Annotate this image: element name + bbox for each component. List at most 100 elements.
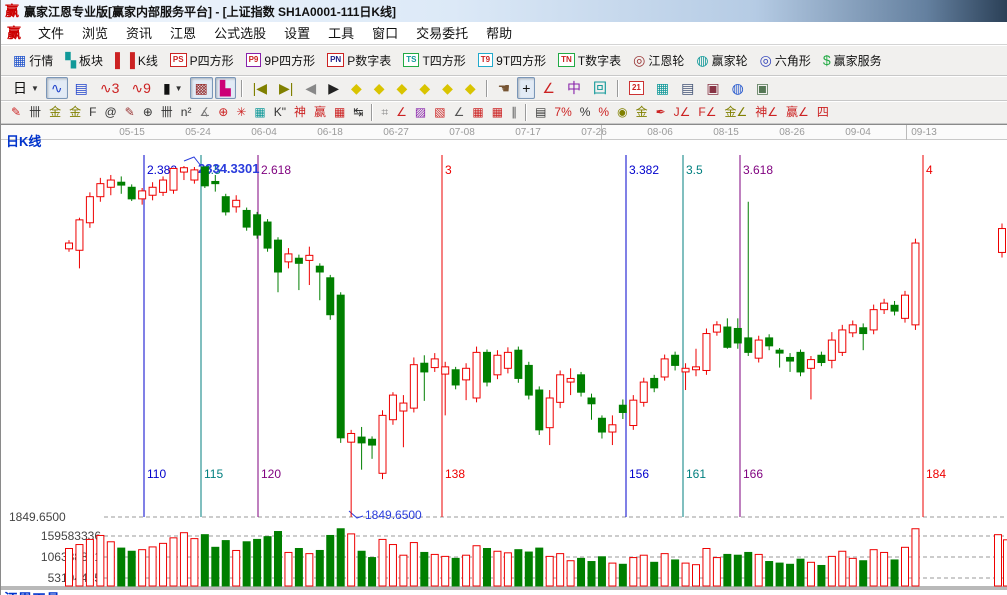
- fan-lines-button[interactable]: ∠: [393, 103, 410, 122]
- 9p-square-button[interactable]: P99P四方形: [241, 49, 320, 71]
- red-grid-1-button[interactable]: ▦: [469, 103, 486, 122]
- f-angle-button[interactable]: F∠: [695, 103, 719, 122]
- expand-button[interactable]: ◆: [460, 77, 481, 99]
- candle-style-dropdown[interactable]: ▮▼: [158, 77, 188, 99]
- gann-shape-purple-button[interactable]: 中: [562, 77, 586, 99]
- frame-box-button[interactable]: ⌗: [378, 103, 391, 122]
- date-tick-label: 07-08: [449, 127, 475, 138]
- gold-ruler-1-button[interactable]: 金: [46, 103, 64, 122]
- radial-web-button[interactable]: ✳: [233, 103, 249, 122]
- zigzag-tool-button[interactable]: ∿: [46, 77, 68, 99]
- menu-browse[interactable]: 浏览: [73, 24, 117, 43]
- web-box-button[interactable]: ▦: [251, 103, 268, 122]
- save-button[interactable]: ▣: [701, 77, 724, 99]
- menu-settings[interactable]: 设置: [275, 24, 319, 43]
- shen-angle-button[interactable]: 神∠: [752, 103, 781, 122]
- kline-icon: ▌▐: [115, 53, 135, 67]
- menu-window[interactable]: 窗口: [363, 24, 407, 43]
- box-fan-red-button[interactable]: ▧: [431, 103, 448, 122]
- toolbar-label: K线: [138, 52, 158, 69]
- menu-gann[interactable]: 江恩: [161, 24, 205, 43]
- red-grid-2-button[interactable]: ▦: [489, 103, 506, 122]
- parallel-lines-button[interactable]: ∥: [508, 103, 520, 122]
- f10-info-button[interactable]: ▤: [70, 77, 93, 99]
- t-number-table-button[interactable]: TNT数字表: [553, 49, 626, 71]
- circle-cross-button[interactable]: ⊕: [215, 103, 231, 122]
- web-sync-button[interactable]: ◍: [727, 77, 749, 99]
- zoom-in-button[interactable]: ◆: [414, 77, 435, 99]
- sectors-button[interactable]: ▚板块: [60, 49, 108, 71]
- j-angle-button[interactable]: J∠: [671, 103, 694, 122]
- spiral-button[interactable]: @: [101, 103, 119, 122]
- time-ruler-button[interactable]: 卌: [26, 103, 44, 122]
- gold-angle-button[interactable]: 金∠: [722, 103, 751, 122]
- volume-profile-button[interactable]: ▙: [215, 77, 236, 99]
- angle-measure-button[interactable]: ∠: [537, 77, 560, 99]
- gann-shape-teal-button[interactable]: 回: [588, 77, 612, 99]
- notes-button[interactable]: ▤: [676, 77, 699, 99]
- shift-left-button[interactable]: ◆: [346, 77, 367, 99]
- span-arrows-button[interactable]: ↹: [350, 103, 366, 122]
- next-page-button[interactable]: ▶: [323, 77, 344, 99]
- wave-9-button[interactable]: ∿9: [126, 77, 156, 99]
- menu-formula-stockpick[interactable]: 公式选股: [205, 24, 275, 43]
- draw-pencil-button[interactable]: ✎: [8, 103, 24, 122]
- flag-pen-button[interactable]: ✒: [653, 103, 669, 122]
- percent-button[interactable]: %: [577, 103, 594, 122]
- percent-7-button[interactable]: 7%: [551, 103, 574, 122]
- shift-right-button[interactable]: ◆: [369, 77, 390, 99]
- kline-button[interactable]: ▌▐K线: [110, 49, 163, 71]
- menu-news[interactable]: 资讯: [117, 24, 161, 43]
- calculator-button[interactable]: ▦: [651, 77, 674, 99]
- zoom-out-button[interactable]: ◆: [392, 77, 413, 99]
- angle-a-button[interactable]: ∡: [196, 103, 213, 122]
- k-marks-button[interactable]: K": [271, 103, 289, 122]
- expand-icon: ◆: [465, 81, 476, 95]
- prev-page-button[interactable]: ◀: [300, 77, 321, 99]
- square4-button[interactable]: 四: [814, 103, 832, 122]
- hexagon-button[interactable]: ◎六角形: [755, 49, 816, 71]
- shen-grid-button[interactable]: 神: [291, 103, 309, 122]
- f-ruler-button[interactable]: F: [86, 103, 99, 122]
- last-page-button[interactable]: ▶|: [274, 77, 298, 99]
- bar-stats-button[interactable]: ▤: [532, 103, 549, 122]
- ying-angle-button[interactable]: 赢∠: [783, 103, 812, 122]
- crosshair-tool-button[interactable]: +: [517, 77, 535, 99]
- t-square-button[interactable]: TST四方形: [398, 49, 471, 71]
- percent-lines-button[interactable]: %: [595, 103, 612, 122]
- kline-chart-area[interactable]: 1849.6500159583336106388891531944452.382…: [1, 140, 1007, 595]
- period-daily-dropdown[interactable]: 日▼: [8, 77, 44, 99]
- toolbar-label: P四方形: [190, 52, 234, 69]
- p-number-table-button[interactable]: PNP数字表: [322, 49, 396, 71]
- menu-file[interactable]: 文件: [29, 24, 73, 43]
- gold-circle-button[interactable]: ◉: [614, 103, 630, 122]
- menu-trade[interactable]: 交易委托: [407, 24, 477, 43]
- compress-button[interactable]: ◆: [437, 77, 458, 99]
- winner-wheel-button[interactable]: ◍赢家轮: [691, 49, 752, 71]
- menu-help[interactable]: 帮助: [477, 24, 521, 43]
- menu-tools[interactable]: 工具: [319, 24, 363, 43]
- first-page-button[interactable]: |◀: [248, 77, 272, 99]
- p-square-button[interactable]: PSP四方形: [165, 49, 239, 71]
- pattern-overlay-button[interactable]: ▩: [190, 77, 213, 99]
- grid-ruler-button[interactable]: 卌: [158, 103, 176, 122]
- kline-chart-canvas[interactable]: 1849.6500159583336106388891531944452.382…: [1, 140, 1007, 595]
- gold-lines-button[interactable]: 金: [633, 103, 651, 122]
- ying-grid-button[interactable]: 赢: [311, 103, 329, 122]
- winner-service-button[interactable]: $赢家服务: [818, 49, 887, 71]
- trend-line-button[interactable]: ∠: [451, 103, 468, 122]
- grid-123-button[interactable]: ▦: [331, 103, 348, 122]
- wave-3-button[interactable]: ∿3: [95, 77, 125, 99]
- quotes-button[interactable]: ▦行情: [8, 49, 58, 71]
- calendar-button[interactable]: 21: [624, 77, 649, 99]
- gold-ruler-2-button[interactable]: 金: [66, 103, 84, 122]
- box-fan-purple-button[interactable]: ▨: [412, 103, 429, 122]
- remote-pc-button[interactable]: ▣: [751, 77, 774, 99]
- n-square-icon: n²: [181, 106, 192, 118]
- 9t-square-button[interactable]: T99T四方形: [473, 49, 551, 71]
- n-square-button[interactable]: n²: [178, 103, 195, 122]
- hand-tool-button[interactable]: ☚: [493, 77, 516, 99]
- gann-wheel-button[interactable]: ◎江恩轮: [628, 49, 689, 71]
- protractor-button[interactable]: ⊕: [140, 103, 156, 122]
- pencil-ruler-button[interactable]: ✎: [122, 103, 138, 122]
